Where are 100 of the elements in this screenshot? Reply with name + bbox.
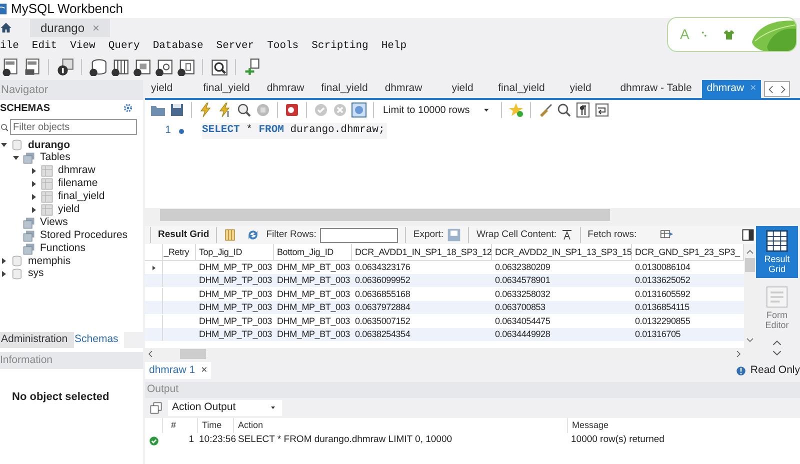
connection-tab[interactable]: durango × <box>30 19 110 37</box>
new-view-icon[interactable] <box>133 58 151 76</box>
query-tab[interactable]: final_yield <box>197 80 256 98</box>
expand-arrow-icon[interactable] <box>30 180 38 188</box>
menu-item[interactable]: Query <box>108 38 140 54</box>
query-tab[interactable]: final_yield <box>492 80 551 98</box>
reconnect-icon[interactable] <box>243 58 261 76</box>
menu-item[interactable]: Help <box>381 38 407 54</box>
refresh-icon[interactable] <box>246 228 260 242</box>
folder-icon <box>23 152 35 164</box>
expand-arrow-icon[interactable] <box>30 167 38 176</box>
panel-tab[interactable]: Schemas <box>74 332 124 348</box>
sql-code: SELECT * FROM durango.dhmraw; <box>202 123 387 139</box>
column-header[interactable]: # <box>162 418 197 433</box>
table-cell-text: 0.0634449928 <box>494 328 552 341</box>
tab-scroller[interactable] <box>764 81 790 97</box>
copy-icon[interactable] <box>150 402 162 414</box>
shirt-icon[interactable] <box>723 28 736 40</box>
save-icon[interactable] <box>169 102 185 118</box>
table-icon <box>41 165 53 178</box>
menu-item[interactable]: Server <box>216 38 254 54</box>
table-cell-text: 0.0633258032 <box>494 288 552 301</box>
output-mode-dropdown[interactable]: Action Output <box>168 400 282 416</box>
menu-item[interactable]: View <box>70 38 96 54</box>
menu-item[interactable]: ile <box>0 38 19 54</box>
scroll-up-icon[interactable] <box>770 338 784 348</box>
menu-item[interactable]: Database <box>152 38 204 54</box>
query-tab[interactable]: dhmraw - Table <box>610 80 702 98</box>
autocommit-icon[interactable] <box>351 102 367 118</box>
table-cell-text: 0.0632380209 <box>494 261 552 274</box>
query-tab[interactable]: dhmraw <box>256 80 315 98</box>
result-grid-button[interactable]: Result Grid <box>158 228 210 242</box>
grid-icon[interactable] <box>224 229 236 241</box>
read-only-label: Read Only <box>750 362 800 378</box>
scroll-up-icon[interactable] <box>746 248 754 256</box>
query-tab[interactable]: yield <box>433 80 492 98</box>
new-sql-tab-icon[interactable] <box>1 58 19 76</box>
menu-item[interactable]: Tools <box>267 38 299 54</box>
column-header[interactable]: Action <box>233 418 567 433</box>
window-title: MySQL Workbench <box>11 0 123 18</box>
collapse-arrow-icon[interactable] <box>12 154 20 162</box>
scroll-down-icon[interactable] <box>770 348 784 358</box>
search-table-icon[interactable] <box>210 58 228 76</box>
side-panel-button[interactable]: Form Editor <box>756 282 798 334</box>
toggle-panel-icon[interactable] <box>742 229 754 241</box>
new-function-icon[interactable] <box>177 58 195 76</box>
new-table-icon[interactable] <box>111 58 129 76</box>
filter-rows-field[interactable] <box>320 228 398 242</box>
table-cell-text: DHM_MP_TP_003 <box>198 301 273 314</box>
expand-arrow-icon[interactable] <box>0 257 8 266</box>
panel-tab[interactable]: Administration <box>0 332 74 348</box>
open-sql-file-icon[interactable] <box>23 58 41 76</box>
scrollbar-thumb[interactable] <box>160 209 610 221</box>
wrap-cell-icon[interactable] <box>560 229 573 241</box>
grid-icon <box>766 230 788 252</box>
query-tab[interactable]: yield <box>145 80 197 98</box>
tree-item[interactable]: final_yield <box>58 189 105 205</box>
scroll-down-icon[interactable] <box>746 336 754 344</box>
expand-arrow-icon[interactable] <box>30 193 38 201</box>
table-cell-text: 0.0133625052 <box>634 274 692 288</box>
scrollbar-thumb[interactable] <box>180 349 206 359</box>
expand-arrow-icon[interactable] <box>30 206 38 214</box>
scroll-left-icon[interactable] <box>147 350 155 358</box>
menu-item[interactable]: Scripting <box>312 38 368 54</box>
close-icon[interactable]: × <box>201 362 208 378</box>
column-header[interactable]: Message <box>567 418 800 433</box>
schema-icon <box>11 255 23 268</box>
scroll-right-icon[interactable] <box>734 350 742 358</box>
query-tab[interactable]: final_yield <box>315 80 374 98</box>
toggle-output-icon[interactable] <box>284 102 300 118</box>
inspector-icon[interactable] <box>56 58 74 76</box>
new-schema-icon[interactable] <box>89 58 107 76</box>
collapse-arrow-icon[interactable] <box>0 141 8 150</box>
table-cell-text: DHM_MP_BT_003 <box>276 288 351 301</box>
query-tab[interactable]: dhmraw <box>374 80 433 98</box>
current-row-icon <box>150 264 156 270</box>
search-icon <box>0 122 9 132</box>
query-tab[interactable]: yield <box>551 80 610 98</box>
side-panel-button[interactable]: Result Grid <box>756 226 798 278</box>
table-cell-text: 1 <box>188 433 195 448</box>
wrap-label: Wrap Cell Content: <box>476 228 557 242</box>
table-icon <box>41 191 53 203</box>
result-tab[interactable]: dhmraw 1 × <box>145 362 212 379</box>
filter-field[interactable]: Filter objects <box>10 119 137 135</box>
add-snippet-icon[interactable] <box>508 102 524 118</box>
table-cell-text: 0.0634323176 <box>354 261 412 274</box>
search-icon[interactable] <box>556 102 572 118</box>
menu-item[interactable]: Edit <box>32 38 58 54</box>
info-message: No object selected <box>12 391 110 403</box>
schema-icon <box>11 268 23 280</box>
refresh-icon[interactable] <box>123 103 133 113</box>
expand-arrow-icon[interactable] <box>0 270 8 278</box>
query-tab[interactable]: dhmraw × <box>702 80 761 98</box>
explain-icon[interactable] <box>236 102 252 118</box>
invisible-chars-icon[interactable] <box>575 102 591 118</box>
word-wrap-icon[interactable] <box>594 102 610 118</box>
new-procedure-icon[interactable] <box>155 58 173 76</box>
scrollbar-thumb[interactable] <box>745 258 755 272</box>
table-cell-text: DHM_MP_BT_003 <box>276 314 351 328</box>
column-header[interactable]: Time <box>197 418 233 433</box>
